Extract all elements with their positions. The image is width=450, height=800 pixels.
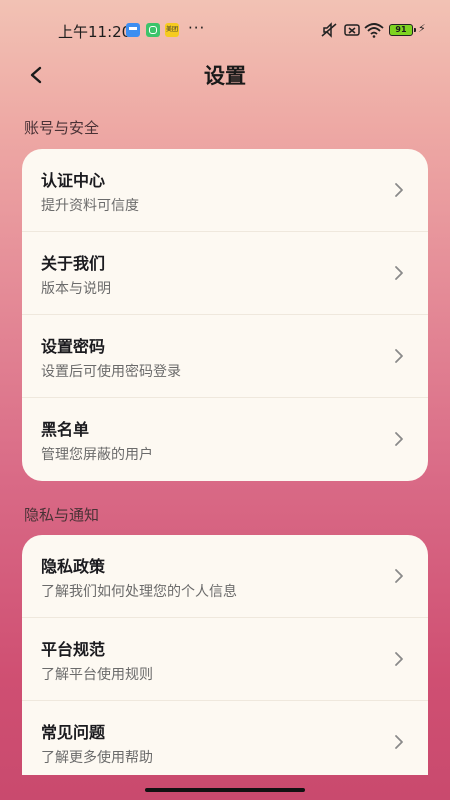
item-title: 关于我们 (41, 254, 106, 273)
page-title: 设置 (204, 64, 246, 88)
account-security-card: 认证中心 提升资料可信度 关于我们 版本与说明 设置密码 设置后可使用密码登录 … (22, 149, 428, 481)
header: 设置 (0, 52, 450, 98)
charging-icon: ⚡ (418, 22, 426, 35)
item-subtitle: 了解平台使用规则 (41, 667, 153, 683)
settings-item-set-password[interactable]: 设置密码 设置后可使用密码登录 (22, 315, 428, 398)
chat-app-icon (146, 23, 160, 37)
chevron-right-icon (395, 652, 403, 666)
item-subtitle: 管理您屏蔽的用户 (41, 447, 153, 463)
settings-item-blacklist[interactable]: 黑名单 管理您屏蔽的用户 (22, 398, 428, 481)
item-subtitle: 设置后可使用密码登录 (41, 364, 181, 380)
settings-item-about-us[interactable]: 关于我们 版本与说明 (22, 232, 428, 315)
item-subtitle: 了解更多使用帮助 (41, 750, 153, 766)
item-title: 平台规范 (41, 640, 106, 659)
item-title: 隐私政策 (41, 557, 106, 576)
item-title: 认证中心 (41, 171, 106, 190)
section-title-account-security: 账号与安全 (24, 119, 100, 137)
calendar-app-icon (126, 23, 140, 37)
mute-icon (321, 22, 337, 38)
item-title: 黑名单 (41, 420, 90, 439)
settings-item-faq[interactable]: 常见问题 了解更多使用帮助 (22, 701, 428, 775)
item-title: 常见问题 (41, 723, 106, 742)
chevron-right-icon (395, 735, 403, 749)
battery-icon: 91 (389, 24, 416, 36)
section-title-privacy-notifications: 隐私与通知 (24, 506, 100, 524)
more-notifications-icon: ··· (188, 19, 206, 37)
chevron-right-icon (395, 432, 403, 446)
privacy-notifications-card: 隐私政策 了解我们如何处理您的个人信息 平台规范 了解平台使用规则 常见问题 了… (22, 535, 428, 775)
item-subtitle: 了解我们如何处理您的个人信息 (41, 584, 237, 600)
status-bar: 上午11:20 美团 ··· 91 ⚡ (0, 0, 450, 60)
no-sim-icon (344, 24, 360, 36)
chevron-right-icon (395, 349, 403, 363)
item-title: 设置密码 (41, 337, 106, 356)
chevron-right-icon (395, 183, 403, 197)
item-subtitle: 版本与说明 (41, 281, 111, 297)
chevron-right-icon (395, 569, 403, 583)
settings-item-platform-rules[interactable]: 平台规范 了解平台使用规则 (22, 618, 428, 701)
settings-item-verification-center[interactable]: 认证中心 提升资料可信度 (22, 149, 428, 232)
meituan-app-icon: 美团 (165, 23, 179, 37)
status-time: 上午11:20 (58, 23, 132, 41)
wifi-icon (364, 23, 384, 38)
item-subtitle: 提升资料可信度 (41, 198, 139, 214)
home-indicator[interactable] (145, 788, 305, 792)
chevron-right-icon (395, 266, 403, 280)
settings-item-privacy-policy[interactable]: 隐私政策 了解我们如何处理您的个人信息 (22, 535, 428, 618)
